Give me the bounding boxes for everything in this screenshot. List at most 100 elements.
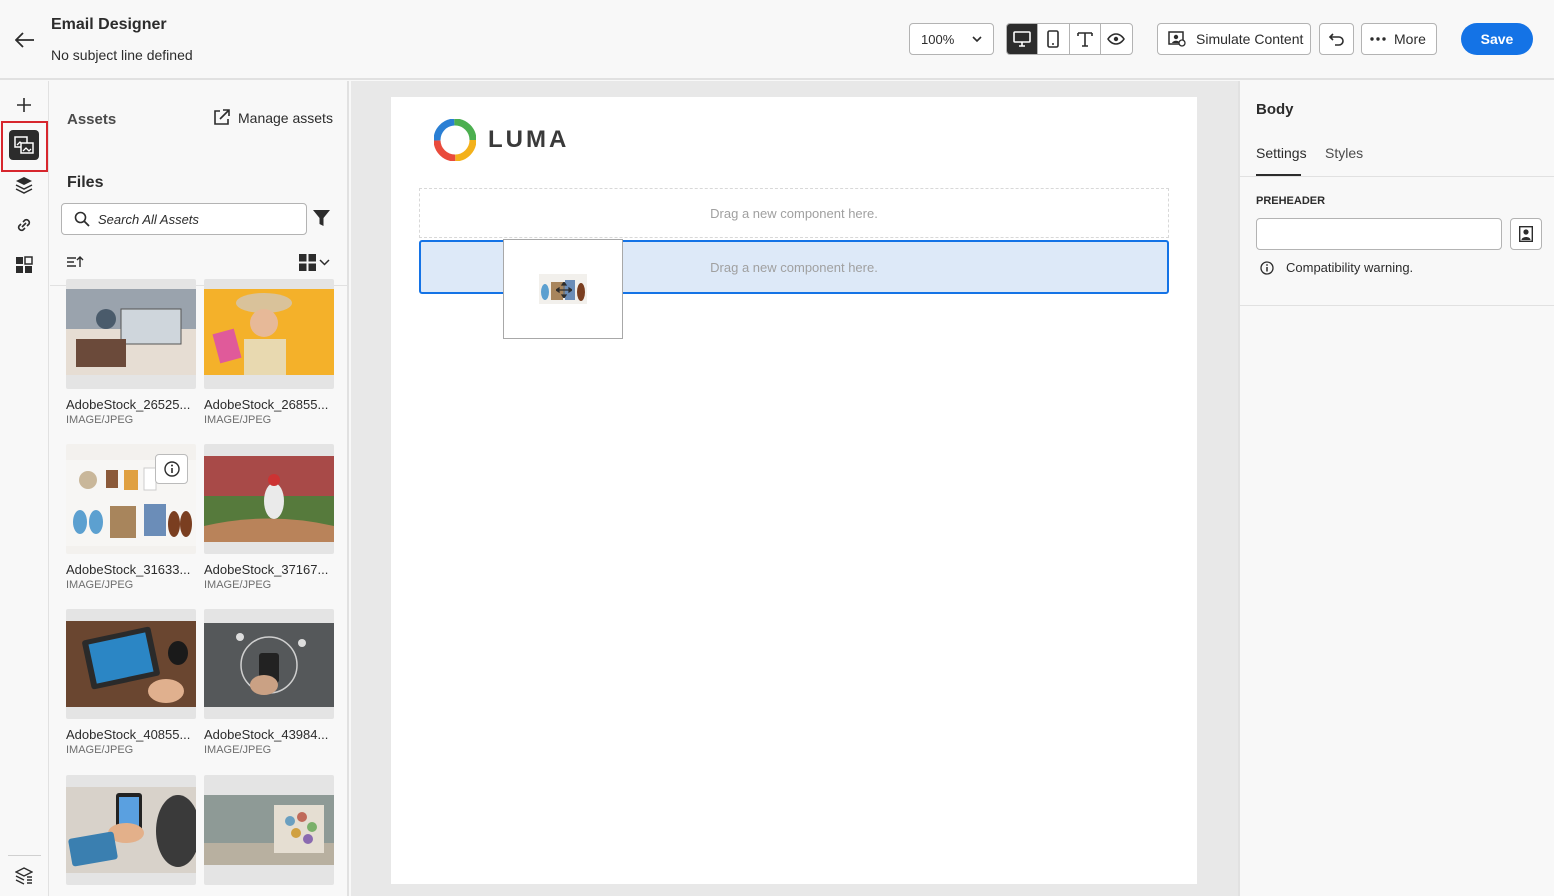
simulate-icon (1168, 31, 1186, 47)
asset-name: AdobeStock_31633... (66, 562, 191, 577)
settings-divider (1240, 305, 1554, 306)
sort-button[interactable] (66, 255, 84, 274)
asset-thumbnail (66, 609, 196, 719)
plus-icon (17, 98, 31, 112)
email-body[interactable]: LUMA Drag a new component here. Drag a n… (391, 97, 1197, 884)
luma-logo-icon (434, 119, 476, 161)
external-link-icon (214, 109, 230, 125)
asset-thumbnail (204, 444, 334, 554)
asset-type: IMAGE/JPEG (204, 579, 272, 591)
left-rail (0, 81, 49, 896)
zoom-select[interactable]: 100% (909, 23, 994, 55)
desktop-view-button[interactable] (1007, 24, 1039, 54)
files-title: Files (67, 174, 104, 191)
asset-type: IMAGE/JPEG (66, 414, 134, 426)
asset-type: IMAGE/JPEG (204, 414, 272, 426)
asset-tile[interactable] (204, 775, 334, 893)
grid-icon (299, 254, 316, 271)
assets-panel: Assets Manage assets Files Search All As… (50, 81, 349, 896)
email-canvas-area: LUMA Drag a new component here. Drag a n… (351, 81, 1238, 896)
more-label: More (1394, 31, 1426, 47)
view-toggle-button[interactable] (299, 254, 330, 271)
simulate-content-button[interactable]: Simulate Content (1157, 23, 1311, 55)
chevron-down-icon (972, 36, 982, 43)
asset-thumbnail (204, 609, 334, 719)
compatibility-warning: Compatibility warning. (1260, 260, 1413, 275)
personalization-icon (1519, 226, 1533, 242)
rail-divider (8, 855, 41, 856)
dragged-asset-preview[interactable] (503, 239, 623, 339)
search-input[interactable]: Search All Assets (61, 203, 307, 235)
compatibility-warning-text: Compatibility warning. (1286, 260, 1414, 275)
preheader-input[interactable] (1256, 218, 1502, 250)
navigation-tree-button[interactable] (9, 861, 39, 891)
link-icon (17, 218, 31, 232)
simulate-label: Simulate Content (1196, 31, 1304, 47)
asset-thumbnail (66, 775, 196, 885)
asset-tile[interactable]: AdobeStock_37167... IMAGE/JPEG (204, 444, 334, 591)
tab-settings[interactable]: Settings (1256, 145, 1307, 161)
panel-title: Body (1256, 101, 1294, 118)
zoom-value: 100% (921, 31, 955, 47)
move-cursor-icon (556, 282, 572, 298)
back-arrow-icon[interactable] (12, 27, 38, 53)
asset-type: IMAGE/JPEG (66, 744, 134, 756)
undo-icon (1328, 33, 1344, 46)
properties-panel: Body Settings Styles PREHEADER Compatibi… (1238, 81, 1554, 896)
drop-zone[interactable]: Drag a new component here. (419, 188, 1169, 238)
fragments-icon (16, 256, 33, 273)
search-icon (74, 211, 90, 227)
asset-name: AdobeStock_26855... (204, 397, 329, 412)
view-mode-group (1006, 23, 1133, 55)
asset-tile[interactable]: AdobeStock_31633... IMAGE/JPEG (66, 444, 196, 591)
subject-line: No subject line defined (51, 47, 193, 63)
preview-button[interactable] (1101, 24, 1132, 54)
manage-assets-label: Manage assets (238, 109, 333, 126)
asset-type: IMAGE/JPEG (204, 744, 272, 756)
text-icon (1076, 32, 1093, 47)
page-title: Email Designer (51, 16, 167, 33)
manage-assets-button[interactable]: Manage assets (213, 109, 333, 126)
navigation-tree-icon (15, 867, 33, 885)
asset-tile[interactable]: AdobeStock_43984... IMAGE/JPEG (204, 609, 334, 756)
save-button[interactable]: Save (1461, 23, 1533, 55)
layers-button[interactable] (9, 170, 39, 200)
asset-thumbnail (66, 279, 196, 389)
luma-logo[interactable]: LUMA (434, 119, 569, 161)
sort-icon (67, 256, 84, 267)
asset-thumbnail (204, 775, 334, 885)
tab-styles[interactable]: Styles (1325, 145, 1363, 161)
mobile-icon (1047, 30, 1060, 48)
info-button[interactable] (155, 454, 188, 484)
add-components-button[interactable] (9, 90, 39, 120)
fragments-button[interactable] (9, 250, 39, 280)
asset-name: AdobeStock_37167... (204, 562, 329, 577)
asset-name: AdobeStock_43984... (204, 727, 329, 742)
assets-button[interactable] (9, 130, 39, 160)
text-view-button[interactable] (1070, 24, 1101, 54)
asset-tile[interactable]: AdobeStock_26525... IMAGE/JPEG (66, 279, 196, 426)
more-dots-icon (1370, 37, 1386, 41)
logo-text: LUMA (488, 126, 570, 153)
layers-icon (15, 177, 33, 194)
filter-button[interactable] (313, 209, 330, 232)
info-icon (1260, 260, 1274, 275)
top-bar: Email Designer No subject line defined 1… (0, 0, 1554, 80)
asset-name: AdobeStock_26525... (66, 397, 191, 412)
assets-icon (14, 136, 34, 154)
asset-thumbnail (66, 444, 196, 554)
desktop-icon (1013, 31, 1031, 47)
info-icon (163, 461, 180, 477)
asset-thumbnail (204, 279, 334, 389)
asset-type: IMAGE/JPEG (66, 579, 134, 591)
personalization-button[interactable] (1510, 218, 1542, 250)
more-button[interactable]: More (1361, 23, 1437, 55)
asset-tile[interactable] (66, 775, 196, 893)
links-button[interactable] (9, 210, 39, 240)
asset-tile[interactable]: AdobeStock_26855... IMAGE/JPEG (204, 279, 334, 426)
preheader-label: PREHEADER (1256, 195, 1326, 207)
assets-title: Assets (67, 111, 117, 128)
mobile-view-button[interactable] (1038, 24, 1070, 54)
undo-button[interactable] (1319, 23, 1354, 55)
asset-tile[interactable]: AdobeStock_40855... IMAGE/JPEG (66, 609, 196, 756)
